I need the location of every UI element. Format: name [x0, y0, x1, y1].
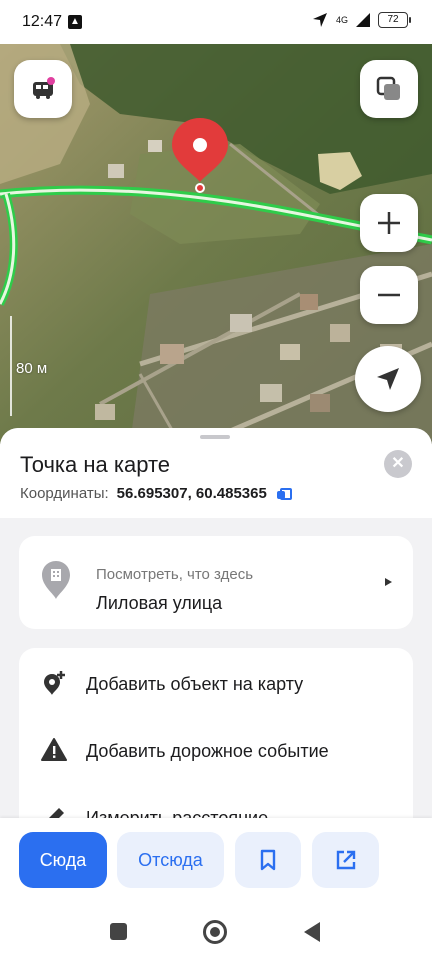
- scale-bar: [10, 316, 12, 416]
- network-type: 4G: [335, 14, 348, 25]
- whats-here-subtitle: Посмотреть, что здесь: [96, 566, 254, 583]
- route-here-button[interactable]: Сюда: [19, 832, 107, 888]
- warning-icon: [41, 738, 67, 761]
- copy-icon[interactable]: [276, 487, 292, 500]
- close-button[interactable]: ✕: [384, 450, 412, 478]
- add-object-row[interactable]: Добавить объект на карту: [19, 650, 413, 716]
- location-arrow-icon: [312, 13, 327, 27]
- status-icons: 4G 72: [312, 12, 411, 28]
- place-sheet[interactable]: Точка на карте Координаты: 56.695307, 60…: [0, 428, 432, 818]
- route-action-bar: Сюда Отсюда: [0, 818, 432, 904]
- coordinates-value[interactable]: 56.695307, 60.485365: [117, 485, 267, 502]
- pin-location-dot: [195, 183, 205, 193]
- battery-icon: 72: [378, 12, 411, 28]
- whats-here-card[interactable]: Посмотреть, что здесь Лиловая улица: [19, 536, 413, 629]
- home-icon[interactable]: [203, 920, 227, 944]
- bookmark-icon: [260, 849, 276, 871]
- route-from-button[interactable]: Отсюда: [117, 832, 224, 888]
- bookmark-button[interactable]: [235, 832, 301, 888]
- transport-layer-button[interactable]: [14, 60, 72, 118]
- minus-icon: [378, 293, 400, 297]
- sheet-header: Точка на карте Координаты: 56.695307, 60…: [0, 428, 432, 518]
- recents-icon[interactable]: [110, 923, 127, 940]
- add-road-event-row[interactable]: Добавить дорожное событие: [19, 717, 413, 783]
- share-button[interactable]: [312, 832, 379, 888]
- plus-icon: [378, 212, 400, 234]
- layers-button[interactable]: [360, 60, 418, 118]
- status-time: 12:47: [22, 13, 63, 30]
- chevron-right-icon: [385, 578, 392, 586]
- ruler-icon: [49, 808, 64, 818]
- notification-icon: ▲: [68, 15, 82, 29]
- zoom-in-button[interactable]: [360, 194, 418, 252]
- layers-icon: [376, 76, 400, 100]
- share-icon: [336, 850, 355, 870]
- coordinates-label: Координаты:: [20, 485, 109, 502]
- map-view[interactable]: 80 м: [0, 44, 432, 444]
- actions-card: Добавить объект на карту Добавить дорожн…: [19, 648, 413, 818]
- sheet-title: Точка на карте: [20, 452, 171, 477]
- scale-label: 80 м: [16, 360, 48, 377]
- system-nav-bar: [0, 904, 432, 960]
- add-place-icon: [44, 671, 65, 695]
- measure-distance-label: Измерить расстояние: [86, 808, 269, 818]
- whats-here-title: Лиловая улица: [96, 593, 223, 613]
- add-object-label: Добавить объект на карту: [86, 674, 304, 694]
- sheet-grabber[interactable]: [200, 435, 230, 439]
- building-pin-icon: [42, 561, 70, 599]
- navigation-arrow-icon: [377, 368, 399, 390]
- bus-icon: [33, 77, 55, 99]
- signal-icon: [356, 13, 370, 27]
- back-icon[interactable]: [304, 922, 320, 942]
- add-road-event-label: Добавить дорожное событие: [86, 741, 329, 761]
- coordinates-row[interactable]: Координаты: 56.695307, 60.485365: [20, 485, 292, 502]
- status-bar: 12:47 ▲ 4G 72: [0, 0, 432, 44]
- zoom-out-button[interactable]: [360, 266, 418, 324]
- measure-distance-row[interactable]: Измерить расстояние: [19, 784, 413, 818]
- my-location-button[interactable]: [355, 346, 421, 412]
